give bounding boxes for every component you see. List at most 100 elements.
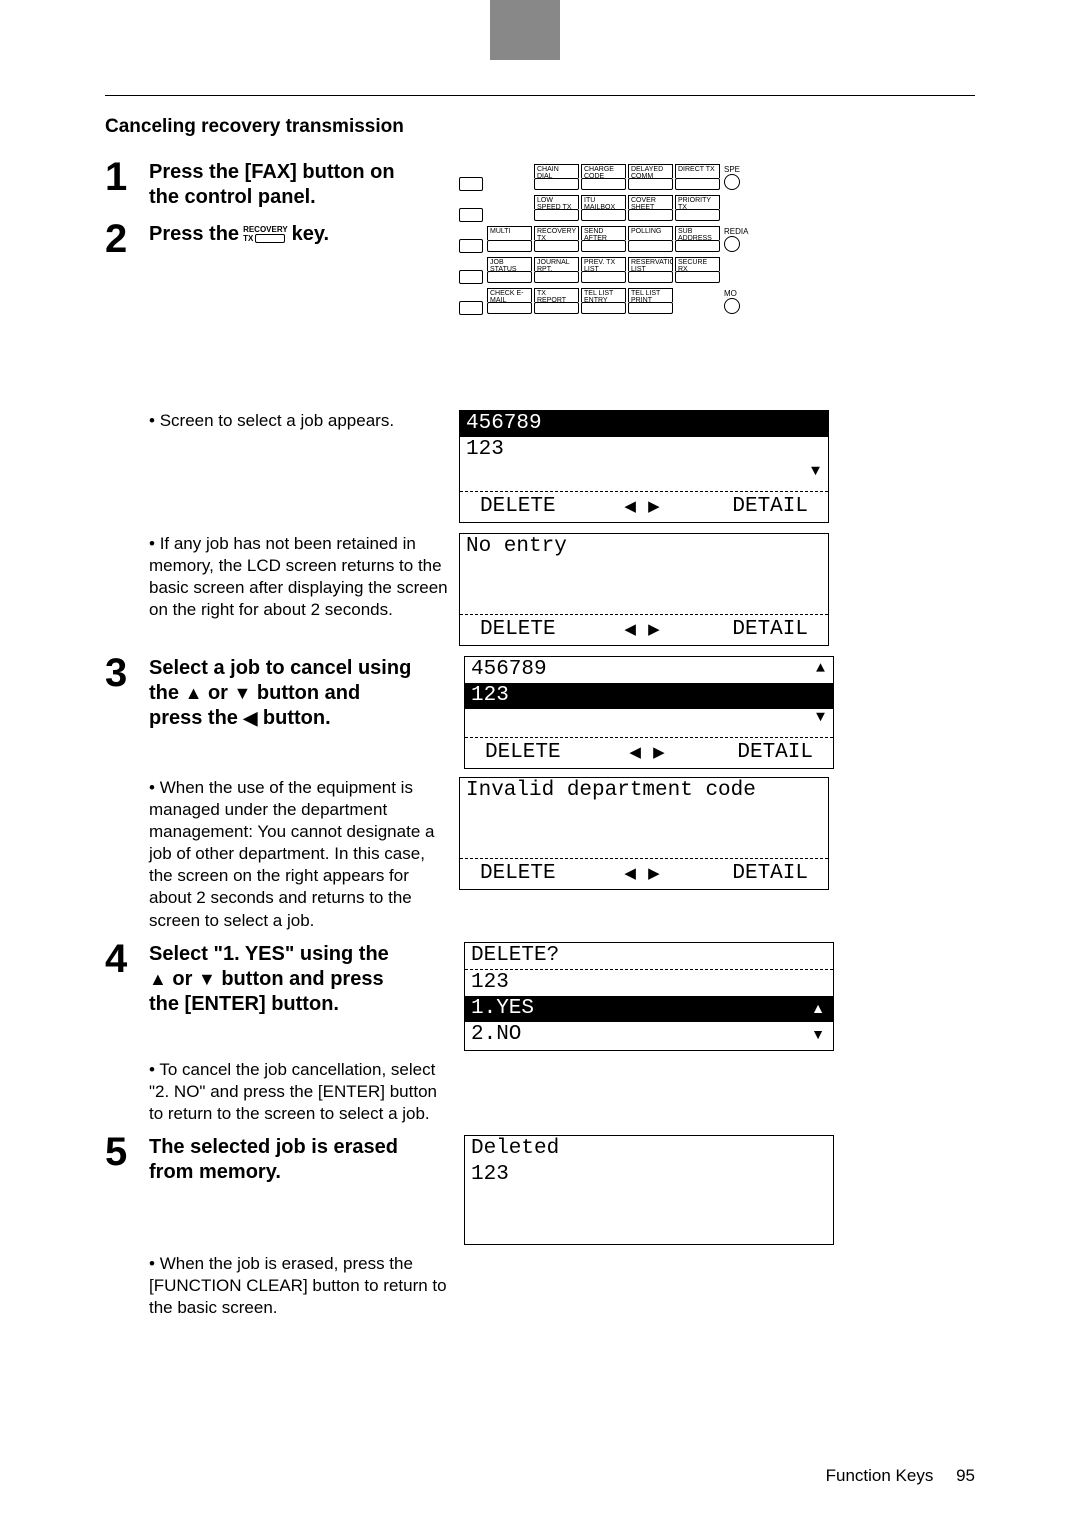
- triangle-up-icon: ▲: [811, 414, 820, 432]
- panel-key-label: PRIORITY TX: [675, 195, 720, 209]
- panel-key-button: [581, 178, 626, 190]
- footer-section: Function Keys: [826, 1466, 934, 1485]
- key-shape-icon: [255, 234, 285, 243]
- step-number-4: 4: [105, 939, 149, 979]
- step2-key: key.: [292, 222, 329, 247]
- nav-left-right-icon: ◀ ▶: [629, 744, 668, 762]
- s3-l1: Select a job to cancel using: [149, 657, 411, 679]
- lcd-detail-softkey: DETAIL: [732, 617, 808, 642]
- panel-key-button: [581, 302, 626, 314]
- lcd-delete-softkey: DELETE: [485, 740, 561, 765]
- panel-key-label: CHECK E-MAIL: [487, 288, 532, 302]
- panel-key: SECURE RX: [675, 257, 720, 283]
- panel-key: TEL LIST ENTRY: [581, 288, 626, 314]
- panel-key-button: [534, 271, 579, 283]
- bullet-1: Screen to select a job appears. 456789 1…: [149, 410, 975, 523]
- s3-button: button.: [263, 707, 331, 729]
- step-4: 4 Select "1. YES" using the ▲ or ▼ butto…: [105, 942, 975, 1051]
- panel-key-label: JOB STATUS: [487, 257, 532, 271]
- side-key: [459, 208, 483, 222]
- lcd-detail-softkey: DETAIL: [732, 861, 808, 886]
- step2-press: Press the: [149, 222, 239, 247]
- panel-key-button: [581, 240, 626, 252]
- panel-side-label: SPE: [724, 166, 752, 190]
- lcd-deleted: Deleted 123: [464, 1135, 834, 1245]
- lcd-no-option: 2.NO: [471, 1022, 521, 1047]
- panel-key-label: JOURNAL RPT.: [534, 257, 579, 271]
- side-key: [459, 301, 483, 315]
- panel-key: DIRECT TX: [675, 164, 720, 190]
- bullet-2: If any job has not been retained in memo…: [149, 533, 975, 646]
- page-number: 95: [956, 1466, 975, 1485]
- lcd-delete-softkey: DELETE: [480, 861, 556, 886]
- panel-key-button: [628, 209, 673, 221]
- s5-l2: from memory.: [149, 1161, 281, 1183]
- page-tab: [490, 0, 560, 60]
- panel-key: PRIORITY TX: [675, 195, 720, 221]
- nav-left-right-icon: ◀ ▶: [624, 865, 663, 883]
- panel-key-label: COVER SHEET: [628, 195, 673, 209]
- lcd-job-123: 123: [466, 437, 504, 462]
- bullet-2-text: If any job has not been retained in memo…: [149, 533, 449, 646]
- lcd-delete-q: DELETE?: [471, 943, 559, 968]
- panel-key-button: [487, 302, 532, 314]
- lcd-no-entry: No entry DELETE ◀ ▶ DETAIL: [459, 533, 829, 646]
- panel-key-button: [628, 302, 673, 314]
- panel-key: CHARGE CODE: [581, 164, 626, 190]
- panel-key-label: PREV. TX LIST: [581, 257, 626, 271]
- step-1-2: 1 Press the [FAX] button on the control …: [105, 160, 975, 400]
- s3-btnand: button and: [257, 682, 360, 704]
- panel-key-button: [675, 240, 720, 252]
- control-panel-diagram: CHAIN DIAL COMMCHARGE CODEDELAYED COMMDI…: [459, 160, 975, 400]
- page-footer: Function Keys 95: [826, 1466, 975, 1486]
- lcd-no-entry-text: No entry: [466, 534, 567, 559]
- panel-key: COVER SHEET: [628, 195, 673, 221]
- s5-l1: The selected job is erased: [149, 1136, 398, 1158]
- panel-key: SUB ADDRESS COMM: [675, 226, 720, 252]
- s3-or: or: [208, 682, 228, 704]
- panel-key-label: SUB ADDRESS COMM: [675, 226, 720, 240]
- lcd-job-select-2: 456789 123 ▲ ▼ DELETE ◀ ▶ DETAIL: [464, 656, 834, 769]
- panel-key-label: SEND AFTER SCAN: [581, 226, 626, 240]
- step-1-2-text: Press the [FAX] button on the control pa…: [149, 160, 449, 259]
- panel-key-button: [534, 209, 579, 221]
- panel-key-label: SECURE RX: [675, 257, 720, 271]
- triangle-down-icon: ▼: [816, 709, 825, 727]
- panel-key: MULTI: [487, 226, 532, 252]
- panel-key: POLLING: [628, 226, 673, 252]
- panel-key-button: [487, 271, 532, 283]
- panel-key: TX REPORT: [534, 288, 579, 314]
- bullet-4: To cancel the job cancellation, select "…: [149, 1059, 975, 1125]
- panel-key-label: RESERVATION LIST: [628, 257, 673, 271]
- triangle-up-icon: ▲: [811, 1000, 825, 1017]
- panel-key: LOW SPEED TX: [534, 195, 579, 221]
- panel-key-button: [534, 178, 579, 190]
- panel-key: JOB STATUS: [487, 257, 532, 283]
- panel-side-label: REDIA: [724, 228, 752, 252]
- panel-key-label: TEL LIST ENTRY: [581, 288, 626, 302]
- bullet-1-text: Screen to select a job appears.: [149, 410, 449, 523]
- panel-key-label: POLLING: [628, 226, 673, 240]
- panel-key: RECOVERY TX: [534, 226, 579, 252]
- panel-side-label: MO: [724, 290, 752, 314]
- lcd-job-select: 456789 123 ▲ ▼ DELETE ◀ ▶ DETAIL: [459, 410, 829, 523]
- panel-side-circle-icon: [724, 174, 740, 190]
- panel-side-circle-icon: [724, 298, 740, 314]
- lcd-job-123: 123: [471, 1162, 509, 1187]
- side-key: [459, 177, 483, 191]
- panel-key-label: RECOVERY TX: [534, 226, 579, 240]
- lcd-delete-softkey: DELETE: [480, 494, 556, 519]
- nav-left-right-icon: ◀ ▶: [624, 621, 663, 639]
- s3-the: the: [149, 682, 179, 704]
- step1-line1: Press the [FAX] button on: [149, 161, 395, 183]
- lcd-job-456789: 456789: [466, 411, 542, 436]
- bullet-3: When the use of the equipment is managed…: [149, 777, 975, 932]
- panel-key-button: [628, 240, 673, 252]
- panel-side-circle-icon: [724, 236, 740, 252]
- panel-key: SEND AFTER SCAN: [581, 226, 626, 252]
- recovery-tx-key-icon: RECOVERY TX: [243, 226, 288, 243]
- panel-key-button: [675, 271, 720, 283]
- panel-key-button: [487, 240, 532, 252]
- recovery-label: RECOVERY: [243, 225, 288, 234]
- panel-key-label: MULTI: [487, 226, 532, 240]
